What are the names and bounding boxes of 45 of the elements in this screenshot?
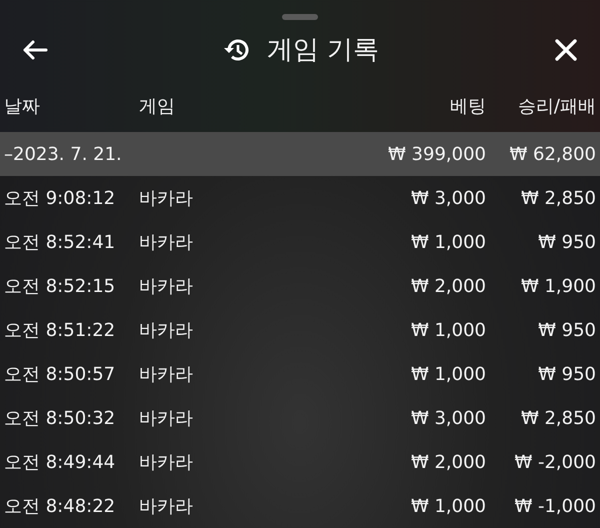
table-cell-text: ₩ 1,000 (410, 362, 486, 386)
column-header: 승리/패배 (516, 94, 596, 118)
table-cell-text: ₩ 2,000 (410, 274, 486, 298)
table-cell-text: 오전 8:52:41 (4, 230, 116, 254)
result-total: ₩ 62,800 (508, 142, 596, 166)
back-button[interactable] (22, 39, 48, 61)
table-cell-text: 오전 8:52:15 (4, 274, 116, 298)
table-cell-text: 오전 8:48:22 (4, 494, 116, 518)
table-cell-text: 바카라 (139, 494, 194, 518)
table-cell-text: 바카라 (139, 274, 194, 298)
table-cell-text: 바카라 (139, 406, 194, 430)
table-cell-text: ₩ 1,000 (410, 230, 486, 254)
history-icon (222, 37, 251, 63)
table-cell-text: ₩ 1,900 (520, 274, 596, 298)
table-cell-text: 오전 8:51:22 (4, 318, 116, 342)
table-cell-text: ₩ -1,000 (513, 494, 596, 518)
drag-handle[interactable] (282, 14, 318, 20)
table-cell-text: 오전 8:49:44 (4, 450, 116, 474)
table-cell-text: 바카라 (139, 362, 194, 386)
table-cell-text: 오전 9:08:12 (4, 186, 116, 210)
sheet-title: 게임 기록 (266, 34, 380, 66)
table-cell-text: 바카라 (139, 186, 194, 210)
column-header: 날짜 (4, 94, 41, 118)
close-button[interactable] (554, 38, 578, 62)
table-cell-text: 바카라 (139, 318, 194, 342)
date-summary-row[interactable]: –2023. 7. 21. ₩ 399,000 ₩ 62,800 (0, 132, 600, 176)
table-cell-text: ₩ 3,000 (410, 186, 486, 210)
table-cell-text: 바카라 (139, 450, 194, 474)
table-cell-text: ₩ 2,850 (520, 186, 596, 210)
date-label: –2023. 7. 21. (4, 142, 123, 166)
table-cell-text: ₩ 1,000 (410, 494, 486, 518)
table-cell-text: ₩ 3,000 (410, 406, 486, 430)
column-header: 베팅 (449, 94, 486, 118)
table-cell-text: ₩ 1,000 (410, 318, 486, 342)
bet-total: ₩ 399,000 (387, 142, 486, 166)
table-cell-text: ₩ 950 (537, 362, 596, 386)
table-cell-text: ₩ 950 (537, 230, 596, 254)
column-header: 게임 (139, 94, 176, 118)
table-cell-text: ₩ -2,000 (513, 450, 596, 474)
table-cell-text: ₩ 950 (537, 318, 596, 342)
table-cell-text: ₩ 2,000 (410, 450, 486, 474)
table-cell-text: 바카라 (139, 230, 194, 254)
table-cell-text: 오전 8:50:32 (4, 406, 116, 430)
table-cell-text: ₩ 2,850 (520, 406, 596, 430)
table-cell-text: 오전 8:50:57 (4, 362, 116, 386)
